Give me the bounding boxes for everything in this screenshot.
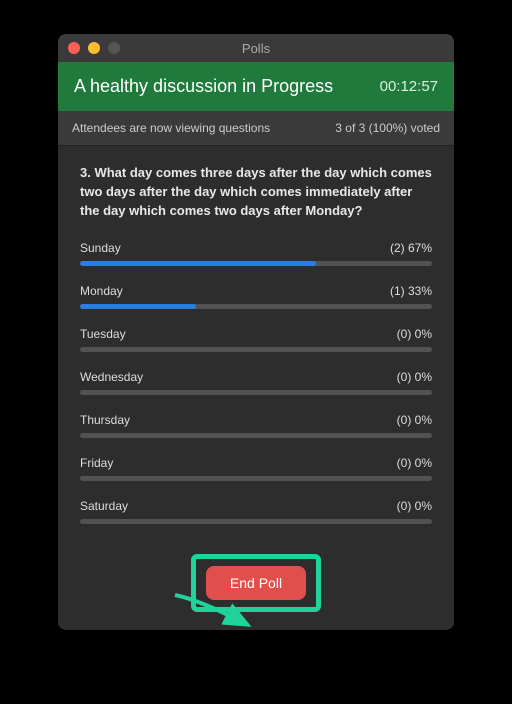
option-count: (0) 0% [397, 499, 432, 513]
minimize-icon[interactable] [88, 42, 100, 54]
option-count: (0) 0% [397, 327, 432, 341]
option-label: Monday [80, 284, 123, 298]
option-bar-track [80, 304, 432, 309]
poll-option: Sunday (2) 67% [80, 241, 432, 266]
poll-option: Friday (0) 0% [80, 456, 432, 481]
option-label: Thursday [80, 413, 130, 427]
footer: End Poll [58, 554, 454, 630]
option-count: (0) 0% [397, 413, 432, 427]
option-bar-track [80, 390, 432, 395]
poll-option: Saturday (0) 0% [80, 499, 432, 524]
option-bar-track [80, 347, 432, 352]
option-bar-track [80, 519, 432, 524]
option-label: Sunday [80, 241, 121, 255]
polls-window: Polls A healthy discussion in Progress 0… [58, 34, 454, 630]
poll-option: Thursday (0) 0% [80, 413, 432, 438]
end-poll-button[interactable]: End Poll [206, 566, 306, 600]
option-count: (2) 67% [390, 241, 432, 255]
option-label: Saturday [80, 499, 128, 513]
poll-option: Wednesday (0) 0% [80, 370, 432, 395]
option-label: Tuesday [80, 327, 126, 341]
option-bar-track [80, 261, 432, 266]
option-bar-track [80, 476, 432, 481]
option-count: (0) 0% [397, 370, 432, 384]
close-icon[interactable] [68, 42, 80, 54]
annotation-highlight: End Poll [191, 554, 321, 612]
poll-header: A healthy discussion in Progress 00:12:5… [58, 62, 454, 111]
window-controls [58, 42, 120, 54]
poll-option: Tuesday (0) 0% [80, 327, 432, 352]
option-bar-track [80, 433, 432, 438]
status-right: 3 of 3 (100%) voted [335, 121, 440, 135]
zoom-icon[interactable] [108, 42, 120, 54]
option-bar-fill [80, 261, 316, 266]
poll-title: A healthy discussion in Progress [74, 76, 333, 97]
poll-content: 3. What day comes three days after the d… [58, 146, 454, 554]
option-label: Wednesday [80, 370, 143, 384]
poll-timer: 00:12:57 [380, 78, 438, 95]
status-bar: Attendees are now viewing questions 3 of… [58, 111, 454, 146]
option-label: Friday [80, 456, 113, 470]
status-left: Attendees are now viewing questions [72, 121, 270, 135]
option-bar-fill [80, 304, 196, 309]
option-count: (0) 0% [397, 456, 432, 470]
option-count: (1) 33% [390, 284, 432, 298]
poll-option: Monday (1) 33% [80, 284, 432, 309]
question-text: 3. What day comes three days after the d… [80, 164, 432, 221]
titlebar: Polls [58, 34, 454, 62]
